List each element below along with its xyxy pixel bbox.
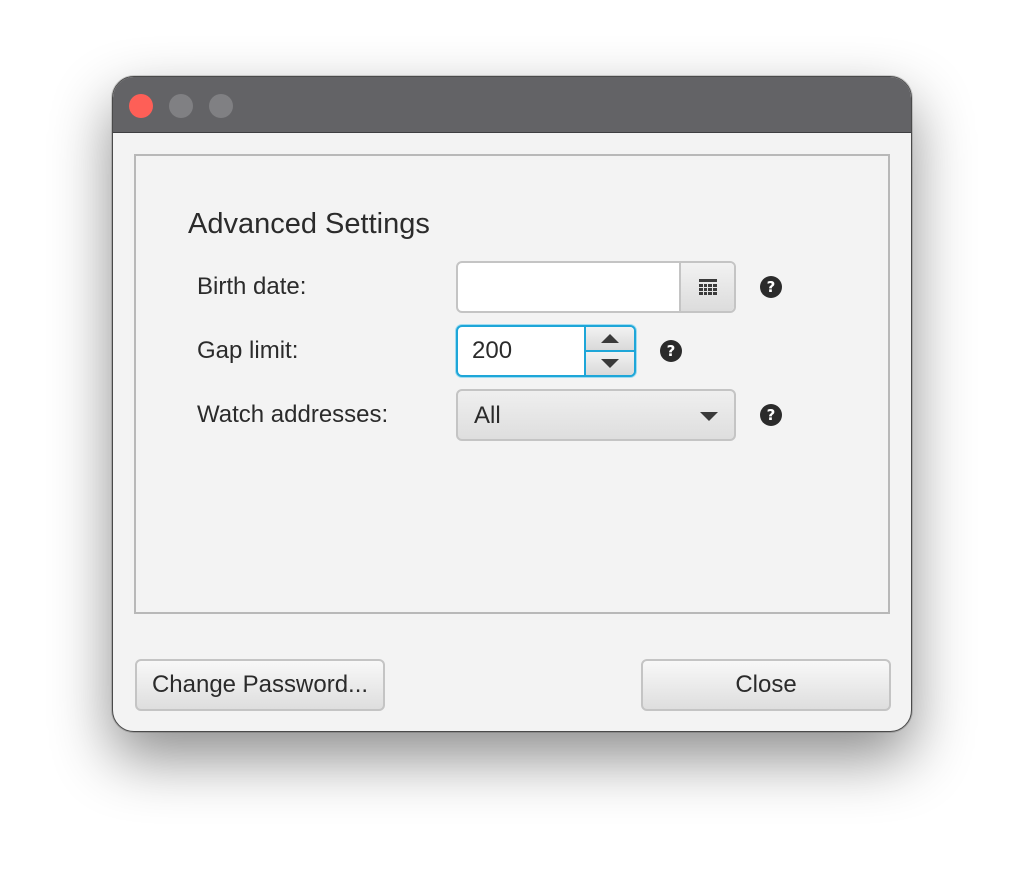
arrow-down-icon: [601, 359, 619, 368]
decrement-button[interactable]: [584, 351, 634, 375]
close-button[interactable]: Close: [641, 659, 891, 711]
gap-limit-spinner[interactable]: [456, 325, 636, 377]
gap-limit-input[interactable]: [458, 327, 586, 375]
title-bar: [113, 77, 911, 133]
watch-addresses-selected: All: [474, 402, 501, 429]
calendar-icon: [698, 279, 717, 295]
window-minimize-button[interactable]: [169, 94, 193, 118]
window-maximize-button[interactable]: [209, 94, 233, 118]
section-title: Advanced Settings: [188, 208, 430, 240]
birth-date-help-icon[interactable]: ?: [760, 276, 782, 298]
advanced-settings-panel: Advanced Settings Birth date: ? Gap limi…: [134, 154, 890, 614]
birth-date-label: Birth date:: [197, 273, 307, 300]
birth-date-input[interactable]: [458, 263, 680, 311]
watch-addresses-help-icon[interactable]: ?: [760, 404, 782, 426]
increment-button[interactable]: [584, 327, 634, 351]
birth-date-picker[interactable]: [456, 261, 736, 313]
gap-limit-help-icon[interactable]: ?: [660, 340, 682, 362]
arrow-up-icon: [601, 334, 619, 343]
calendar-button[interactable]: [679, 263, 734, 311]
chevron-down-icon: [700, 412, 718, 421]
watch-addresses-label: Watch addresses:: [197, 401, 389, 428]
change-password-button[interactable]: Change Password...: [135, 659, 385, 711]
watch-addresses-dropdown[interactable]: All: [456, 389, 736, 441]
window-close-button[interactable]: [129, 94, 153, 118]
settings-dialog: Advanced Settings Birth date: ? Gap limi…: [112, 76, 912, 732]
gap-limit-label: Gap limit:: [197, 337, 299, 364]
